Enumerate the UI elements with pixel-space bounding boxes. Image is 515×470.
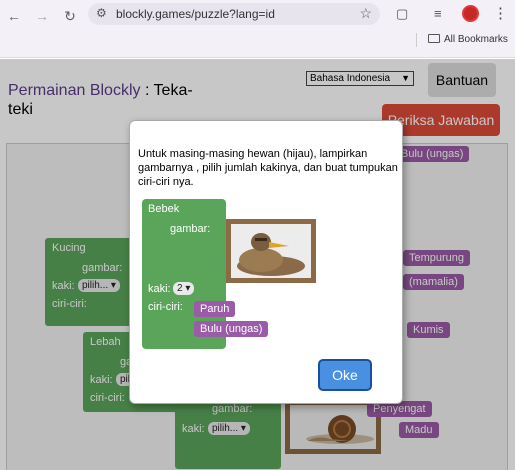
example-trait-paruh: Paruh [194, 301, 236, 317]
forward-icon[interactable]: → [32, 6, 52, 26]
example-trait-bulu: Bulu (ungas) [194, 321, 269, 337]
browser-chrome: ← → ↻ ⚙ blockly.games/puzzle?lang=id ☆ ▢… [0, 0, 515, 58]
duck-image [231, 224, 311, 278]
animal-name: Bebek [148, 203, 180, 215]
folder-icon [428, 34, 440, 43]
bookmark-star-icon[interactable]: ☆ [359, 5, 372, 22]
dialog-message: Untuk masing-masing hewan (hijau), lampi… [138, 148, 398, 188]
menu-icon[interactable]: ⋮ [493, 4, 508, 22]
help-dialog: Untuk masing-masing hewan (hijau), lampi… [129, 120, 403, 404]
address-bar[interactable]: ⚙ blockly.games/puzzle?lang=id ☆ [88, 3, 380, 25]
all-bookmarks-button[interactable]: All Bookmarks [428, 34, 508, 45]
picture-label: gambar: [170, 223, 211, 235]
url-text: blockly.games/puzzle?lang=id [116, 7, 275, 21]
ok-button[interactable]: Oke [318, 359, 372, 391]
site-info-icon[interactable]: ⚙ [96, 6, 107, 20]
legs-dropdown: 2 ▾ [173, 282, 195, 295]
reload-icon[interactable]: ↻ [60, 6, 80, 26]
extensions-icon[interactable]: ▢ [396, 6, 408, 22]
media-icon[interactable]: ≡ [434, 6, 442, 21]
legs-label: kaki: [148, 283, 171, 295]
legs-value: 2 [177, 283, 183, 294]
all-bookmarks-label: All Bookmarks [444, 34, 508, 45]
back-icon[interactable]: ← [4, 6, 24, 26]
profile-avatar[interactable] [462, 5, 479, 22]
bookmarks-divider [416, 33, 417, 47]
traits-label: ciri-ciri: [148, 301, 183, 313]
duck-picture [226, 219, 316, 283]
